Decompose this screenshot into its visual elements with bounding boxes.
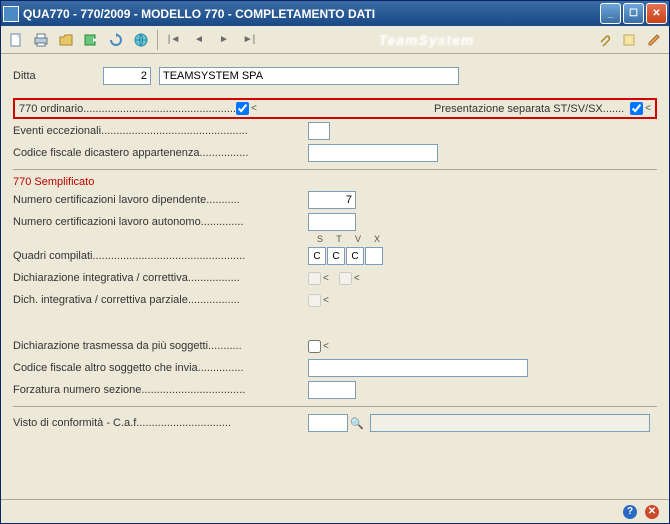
cert-dipendente-label: Numero certificazioni lavoro dipendente.… xyxy=(13,194,308,206)
statusbar: ? ✕ xyxy=(1,499,669,523)
app-window: QUA770 - 770/2009 - MODELLO 770 - COMPLE… xyxy=(0,0,670,524)
ditta-name-input[interactable] xyxy=(159,67,459,85)
dich-parz-lt-icon: < xyxy=(323,295,329,306)
forzatura-row: Forzatura numero sezione................… xyxy=(13,380,657,400)
print-icon[interactable] xyxy=(30,29,52,51)
visto-label: Visto di conformità - C.a.f.............… xyxy=(13,417,308,429)
quadri-row: Quadri compilati........................… xyxy=(13,246,657,266)
forzatura-input[interactable] xyxy=(308,381,356,399)
dich-integrativa-row: Dichiarazione integrativa / correttiva..… xyxy=(13,268,657,288)
codfisc-altro-row: Codice fiscale altro soggetto che invia.… xyxy=(13,358,657,378)
ordinario-checkbox[interactable] xyxy=(236,102,249,115)
presentazione-label: Presentazione separata ST/SV/SX....... xyxy=(434,103,624,115)
codfisc-altro-input[interactable] xyxy=(308,359,528,377)
next-icon[interactable]: ► xyxy=(213,29,235,51)
toolbar-separator xyxy=(157,30,158,50)
minimize-button[interactable]: _ xyxy=(600,3,621,24)
eventi-input[interactable] xyxy=(308,122,330,140)
visto-desc-input xyxy=(370,414,650,432)
eventi-row: Eventi eccezionali......................… xyxy=(13,121,657,141)
window-title: QUA770 - 770/2009 - MODELLO 770 - COMPLE… xyxy=(23,7,600,21)
quad-col-s: S xyxy=(311,234,329,244)
trasmessa-label: Dichiarazione trasmessa da più soggetti.… xyxy=(13,340,308,352)
trasmessa-checkbox[interactable] xyxy=(308,340,321,353)
ordinario-lt-icon: < xyxy=(251,103,257,114)
refresh-icon[interactable] xyxy=(105,29,127,51)
close-button[interactable]: ✕ xyxy=(646,3,667,24)
dich-integrativa-checkbox xyxy=(308,272,321,285)
trasmessa-row: Dichiarazione trasmessa da più soggetti.… xyxy=(13,336,657,356)
dich-int-lt-icon: < xyxy=(323,273,329,284)
quad-x-input[interactable] xyxy=(365,247,383,265)
dich-parziale-row: Dich. integrativa / correttiva parziale.… xyxy=(13,290,657,310)
codfisc-dicastero-label: Codice fiscale dicastero appartenenza...… xyxy=(13,147,308,159)
help-icon[interactable]: ? xyxy=(623,505,637,519)
cert-dipendente-input[interactable] xyxy=(308,191,356,209)
codfisc-dicastero-input[interactable] xyxy=(308,144,438,162)
ditta-row: Ditta xyxy=(13,66,657,86)
ditta-label: Ditta xyxy=(13,70,103,82)
toolbar: |◄ ◄ ► ►| TeamSystem xyxy=(1,26,669,54)
search-icon[interactable]: 🔍 xyxy=(350,417,364,430)
quad-col-x: X xyxy=(368,234,386,244)
maximize-button[interactable]: ☐ xyxy=(623,3,644,24)
edit-icon[interactable] xyxy=(643,29,665,51)
quad-v-input[interactable] xyxy=(346,247,364,265)
quad-col-v: V xyxy=(349,234,367,244)
error-icon[interactable]: ✕ xyxy=(645,505,659,519)
export-icon[interactable] xyxy=(80,29,102,51)
window-controls: _ ☐ ✕ xyxy=(600,3,667,24)
separator-2 xyxy=(13,406,657,407)
semplificato-title: 770 Semplificato xyxy=(13,176,657,188)
forzatura-label: Forzatura numero sezione................… xyxy=(13,384,308,396)
globe-icon[interactable] xyxy=(130,29,152,51)
first-icon[interactable]: |◄ xyxy=(163,29,185,51)
quad-s-input[interactable] xyxy=(308,247,326,265)
ordinario-label: 770 ordinario...........................… xyxy=(19,103,236,115)
note-icon[interactable] xyxy=(618,29,640,51)
codfisc-altro-label: Codice fiscale altro soggetto che invia.… xyxy=(13,362,308,374)
visto-code-input[interactable] xyxy=(308,414,348,432)
cert-autonomo-row: Numero certificazioni lavoro autonomo...… xyxy=(13,212,657,232)
attach-icon[interactable] xyxy=(593,29,615,51)
trasmessa-lt-icon: < xyxy=(323,341,329,352)
cert-dipendente-row: Numero certificazioni lavoro dipendente.… xyxy=(13,190,657,210)
cert-autonomo-label: Numero certificazioni lavoro autonomo...… xyxy=(13,216,308,228)
presentazione-checkbox[interactable] xyxy=(630,102,643,115)
cert-autonomo-input[interactable] xyxy=(308,213,356,231)
quad-col-t: T xyxy=(330,234,348,244)
separator-1 xyxy=(13,169,657,170)
titlebar: QUA770 - 770/2009 - MODELLO 770 - COMPLE… xyxy=(1,1,669,26)
folder-icon[interactable] xyxy=(55,29,77,51)
new-icon[interactable] xyxy=(5,29,27,51)
brand-logo: TeamSystem xyxy=(263,32,590,48)
dich-integrativa-checkbox-2 xyxy=(339,272,352,285)
codfisc-dicastero-row: Codice fiscale dicastero appartenenza...… xyxy=(13,143,657,163)
quad-t-input[interactable] xyxy=(327,247,345,265)
last-icon[interactable]: ►| xyxy=(238,29,260,51)
visto-row: Visto di conformità - C.a.f.............… xyxy=(13,413,657,433)
prev-icon[interactable]: ◄ xyxy=(188,29,210,51)
ordinario-frame: 770 ordinario...........................… xyxy=(13,98,657,119)
dich-integrativa-label: Dichiarazione integrativa / correttiva..… xyxy=(13,272,308,284)
dich-int-lt-icon-2: < xyxy=(354,273,360,284)
dich-parziale-label: Dich. integrativa / correttiva parziale.… xyxy=(13,294,308,306)
presentazione-lt-icon: < xyxy=(645,103,651,114)
quadri-header: S T V X xyxy=(311,234,657,244)
app-icon xyxy=(3,6,19,22)
form-content: Ditta 770 ordinario.....................… xyxy=(1,54,669,499)
eventi-label: Eventi eccezionali......................… xyxy=(13,125,308,137)
quadri-label: Quadri compilati........................… xyxy=(13,250,308,262)
ditta-code-input[interactable] xyxy=(103,67,151,85)
dich-parziale-checkbox xyxy=(308,294,321,307)
